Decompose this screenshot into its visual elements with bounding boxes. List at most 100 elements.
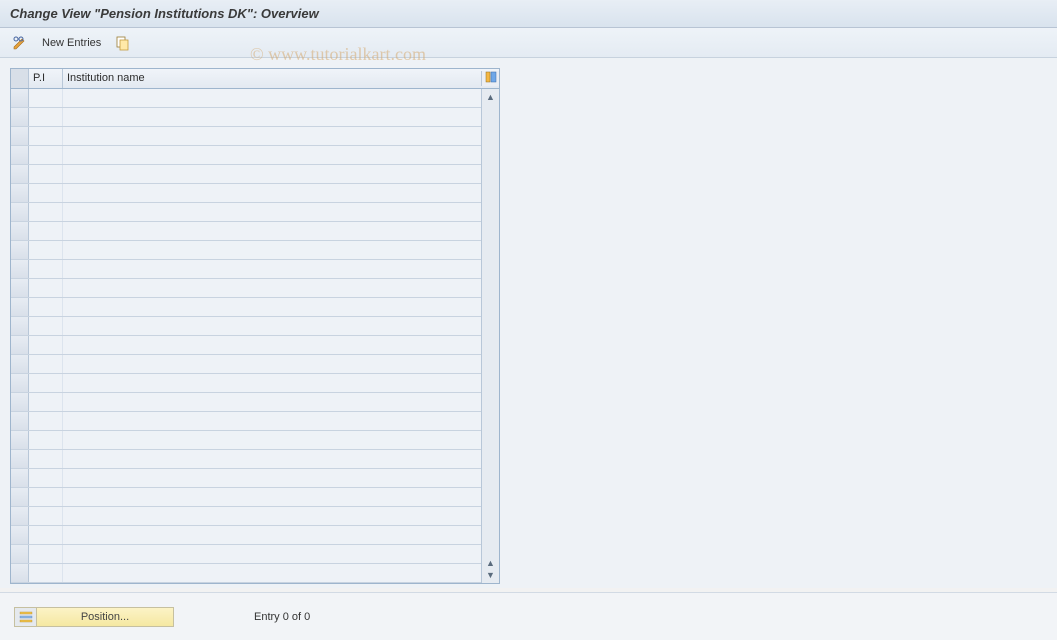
cell-pi[interactable] [29,469,63,487]
cell-pi[interactable] [29,507,63,525]
table-row[interactable] [11,165,481,184]
row-selector[interactable] [11,412,29,430]
table-row[interactable] [11,222,481,241]
row-selector[interactable] [11,469,29,487]
row-selector[interactable] [11,298,29,316]
cell-institution-name[interactable] [63,374,481,392]
cell-pi[interactable] [29,203,63,221]
row-selector[interactable] [11,165,29,183]
column-header-institution-name[interactable]: Institution name [63,69,481,88]
cell-pi[interactable] [29,108,63,126]
table-row[interactable] [11,545,481,564]
cell-pi[interactable] [29,526,63,544]
row-selector[interactable] [11,203,29,221]
row-selector[interactable] [11,545,29,563]
row-selector[interactable] [11,374,29,392]
table-row[interactable] [11,241,481,260]
cell-pi[interactable] [29,355,63,373]
cell-pi[interactable] [29,165,63,183]
row-selector[interactable] [11,507,29,525]
row-selector[interactable] [11,241,29,259]
cell-institution-name[interactable] [63,317,481,335]
row-selector[interactable] [11,526,29,544]
cell-pi[interactable] [29,241,63,259]
row-selector[interactable] [11,222,29,240]
position-button[interactable]: Position... [14,607,174,627]
table-row[interactable] [11,89,481,108]
table-row[interactable] [11,526,481,545]
cell-institution-name[interactable] [63,184,481,202]
table-row[interactable] [11,336,481,355]
cell-institution-name[interactable] [63,336,481,354]
cell-institution-name[interactable] [63,431,481,449]
row-selector[interactable] [11,89,29,107]
cell-institution-name[interactable] [63,393,481,411]
cell-institution-name[interactable] [63,260,481,278]
table-row[interactable] [11,260,481,279]
cell-institution-name[interactable] [63,469,481,487]
cell-pi[interactable] [29,298,63,316]
select-all-column[interactable] [11,69,29,88]
table-settings-button[interactable] [481,71,499,86]
column-header-pi[interactable]: P.I [29,69,63,88]
table-row[interactable] [11,108,481,127]
row-selector[interactable] [11,450,29,468]
row-selector[interactable] [11,488,29,506]
cell-pi[interactable] [29,222,63,240]
cell-institution-name[interactable] [63,203,481,221]
table-row[interactable] [11,412,481,431]
cell-institution-name[interactable] [63,507,481,525]
cell-institution-name[interactable] [63,355,481,373]
cell-institution-name[interactable] [63,241,481,259]
scroll-down-icon[interactable]: ▲ [485,557,497,569]
cell-pi[interactable] [29,336,63,354]
cell-pi[interactable] [29,412,63,430]
row-selector[interactable] [11,260,29,278]
cell-institution-name[interactable] [63,450,481,468]
cell-pi[interactable] [29,488,63,506]
cell-pi[interactable] [29,431,63,449]
table-row[interactable] [11,450,481,469]
cell-pi[interactable] [29,279,63,297]
cell-institution-name[interactable] [63,108,481,126]
table-row[interactable] [11,317,481,336]
cell-institution-name[interactable] [63,279,481,297]
table-row[interactable] [11,279,481,298]
cell-pi[interactable] [29,317,63,335]
table-row[interactable] [11,146,481,165]
row-selector[interactable] [11,146,29,164]
cell-pi[interactable] [29,393,63,411]
cell-institution-name[interactable] [63,127,481,145]
row-selector[interactable] [11,279,29,297]
table-row[interactable] [11,203,481,222]
toggle-edit-button[interactable] [8,33,32,53]
scroll-up-icon[interactable]: ▲ [485,91,497,103]
table-row[interactable] [11,355,481,374]
table-row[interactable] [11,507,481,526]
cell-institution-name[interactable] [63,165,481,183]
cell-pi[interactable] [29,545,63,563]
new-entries-button[interactable]: New Entries [38,35,105,51]
cell-pi[interactable] [29,564,63,582]
table-row[interactable] [11,488,481,507]
row-selector[interactable] [11,127,29,145]
table-row[interactable] [11,127,481,146]
row-selector[interactable] [11,184,29,202]
row-selector[interactable] [11,393,29,411]
cell-pi[interactable] [29,374,63,392]
table-row[interactable] [11,298,481,317]
row-selector[interactable] [11,108,29,126]
cell-pi[interactable] [29,127,63,145]
row-selector[interactable] [11,317,29,335]
cell-institution-name[interactable] [63,298,481,316]
cell-pi[interactable] [29,146,63,164]
cell-institution-name[interactable] [63,564,481,582]
cell-pi[interactable] [29,89,63,107]
cell-institution-name[interactable] [63,89,481,107]
cell-institution-name[interactable] [63,146,481,164]
cell-institution-name[interactable] [63,526,481,544]
cell-pi[interactable] [29,184,63,202]
table-row[interactable] [11,431,481,450]
cell-institution-name[interactable] [63,488,481,506]
row-selector[interactable] [11,355,29,373]
